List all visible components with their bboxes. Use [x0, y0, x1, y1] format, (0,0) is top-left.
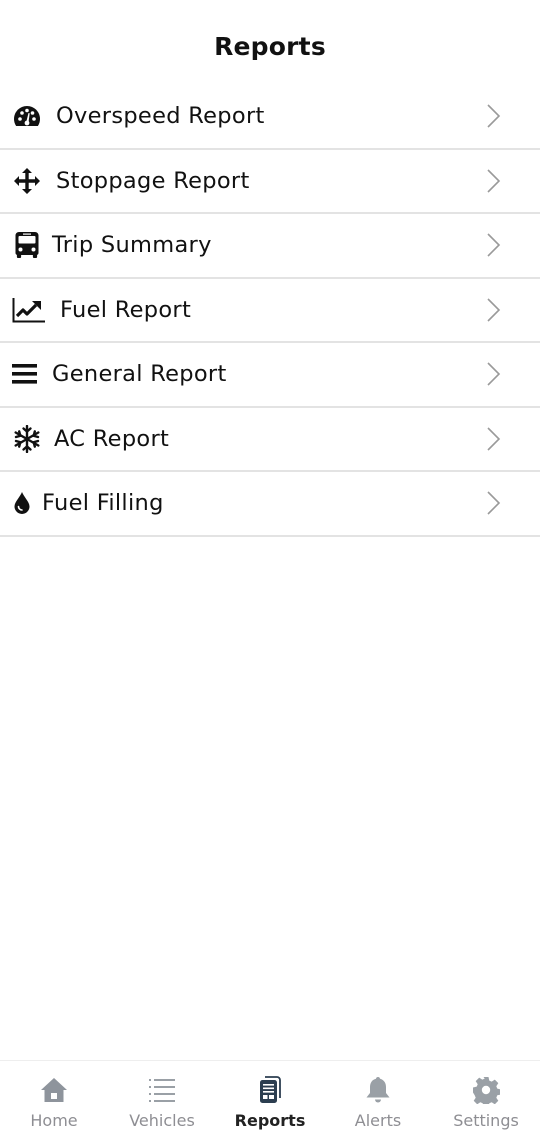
- report-item-label: Fuel Report: [60, 296, 192, 323]
- chevron-right-icon: [487, 427, 501, 451]
- bus-icon: [12, 230, 42, 260]
- tab-label: Alerts: [354, 1111, 402, 1130]
- speedometer-icon: [12, 101, 42, 131]
- report-item-fuel-filling[interactable]: Fuel Filling: [0, 472, 540, 537]
- chevron-right-icon: [487, 169, 501, 193]
- report-item-fuel-report[interactable]: Fuel Report: [0, 279, 540, 343]
- report-item-general-report[interactable]: General Report: [0, 343, 540, 408]
- tab-reports[interactable]: Reports: [216, 1061, 324, 1138]
- reports-list: Overspeed Report Stoppage Report Trip Su…: [0, 85, 540, 537]
- tab-alerts[interactable]: Alerts: [324, 1061, 432, 1138]
- chevron-right-icon: [487, 491, 501, 515]
- report-item-label: AC Report: [54, 425, 170, 452]
- list-icon: [147, 1075, 177, 1105]
- tab-label: Vehicles: [129, 1111, 195, 1130]
- report-item-label: Stoppage Report: [56, 167, 250, 194]
- snowflake-icon: [12, 424, 42, 454]
- move-arrows-icon: [12, 166, 42, 196]
- report-item-label: General Report: [52, 361, 227, 388]
- home-icon: [39, 1075, 69, 1105]
- bottom-tab-bar: Home Vehicles Reports Alerts Settings: [0, 1060, 540, 1138]
- header: Reports: [0, 0, 540, 85]
- page-title: Reports: [214, 32, 326, 61]
- chevron-right-icon: [487, 104, 501, 128]
- report-item-ac-report[interactable]: AC Report: [0, 408, 540, 472]
- line-chart-icon: [12, 295, 46, 325]
- chevron-right-icon: [487, 298, 501, 322]
- gear-icon: [471, 1075, 501, 1105]
- report-item-stoppage[interactable]: Stoppage Report: [0, 150, 540, 214]
- report-item-label: Trip Summary: [52, 232, 212, 259]
- tab-settings[interactable]: Settings: [432, 1061, 540, 1138]
- tab-vehicles[interactable]: Vehicles: [108, 1061, 216, 1138]
- chevron-right-icon: [487, 362, 501, 386]
- report-item-overspeed[interactable]: Overspeed Report: [0, 85, 540, 150]
- tab-home[interactable]: Home: [0, 1061, 108, 1138]
- drop-icon: [12, 488, 32, 518]
- tab-label: Settings: [453, 1111, 519, 1130]
- bell-icon: [363, 1075, 393, 1105]
- chevron-right-icon: [487, 233, 501, 257]
- report-item-label: Overspeed Report: [56, 103, 265, 130]
- tab-label: Home: [30, 1111, 78, 1130]
- menu-lines-icon: [12, 359, 38, 389]
- tab-label: Reports: [234, 1111, 306, 1130]
- reports-icon: [255, 1075, 285, 1105]
- report-item-label: Fuel Filling: [42, 490, 164, 517]
- report-item-trip-summary[interactable]: Trip Summary: [0, 214, 540, 279]
